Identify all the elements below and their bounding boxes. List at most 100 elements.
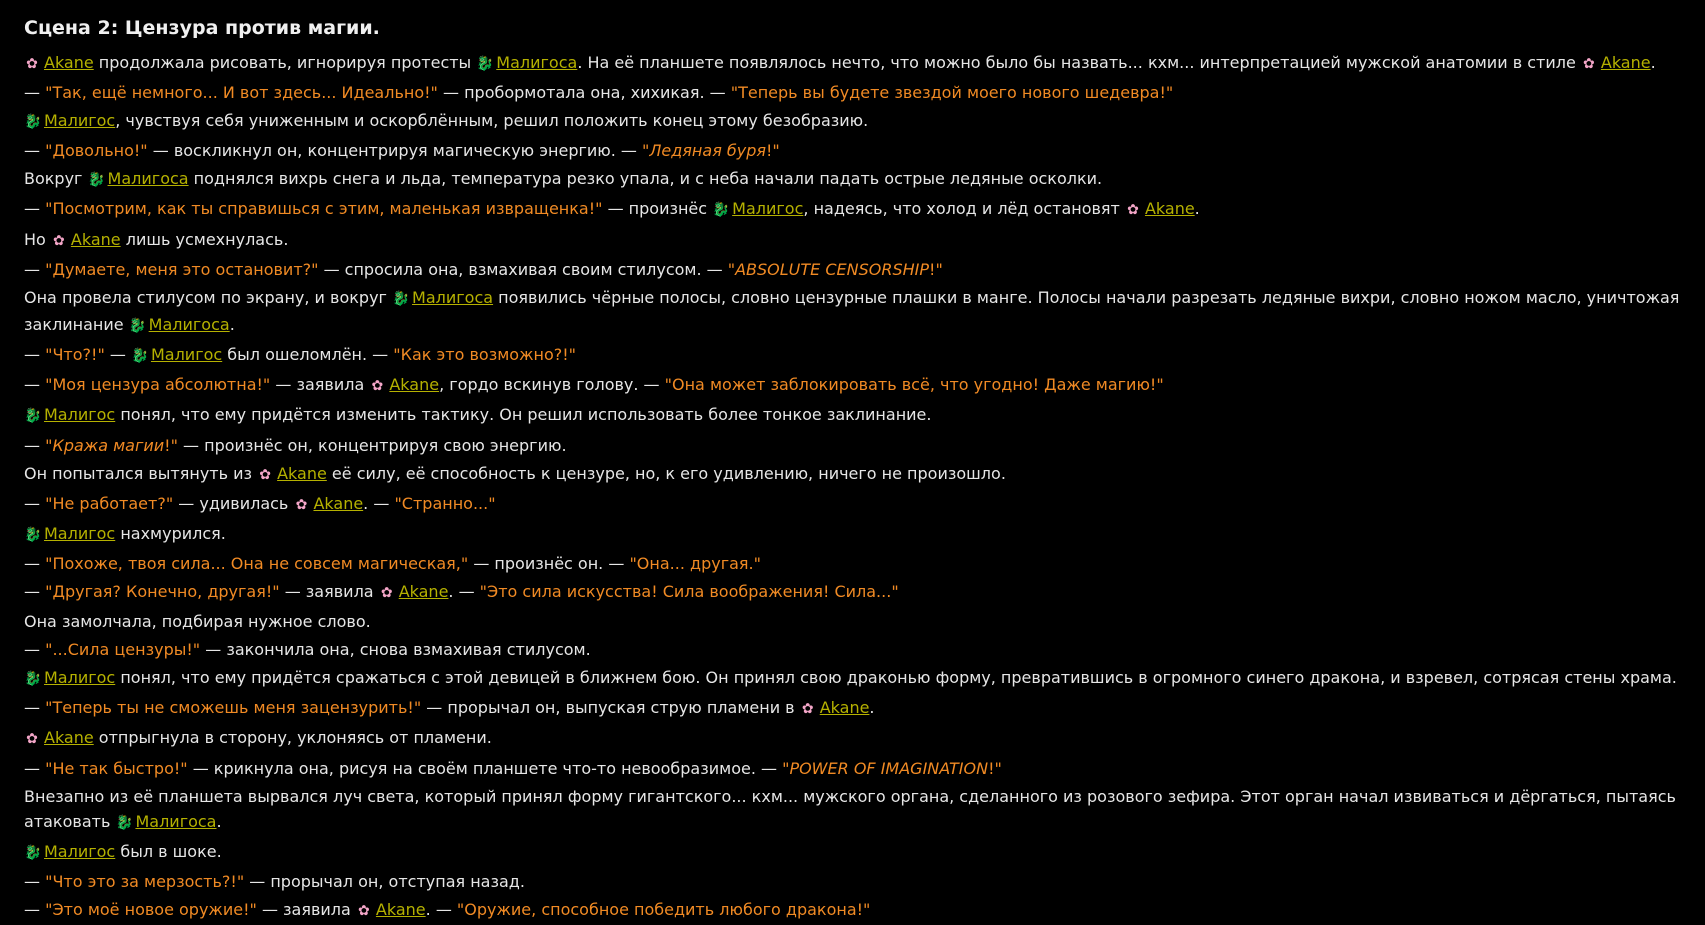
narration-text: . [1194, 199, 1200, 219]
character-link-akane[interactable]: Akane [820, 698, 870, 717]
narration-text: — [24, 259, 46, 279]
story-line: Она замолчала, подбирая нужное слово. [24, 609, 1681, 634]
narration-text: нахмурился. [115, 523, 226, 543]
dialogue-quote: "Теперь ты не сможешь меня зацензурить!" [45, 698, 422, 718]
narration-text: — [24, 199, 46, 219]
dialogue-quote: "Другая? Конечно, другая!" [45, 582, 280, 601]
character-link-maligos[interactable]: Малигос [44, 668, 115, 687]
dialogue-quote: "Оружие, способное победить любого драко… [456, 900, 871, 920]
story-line: Вокруг 🐉 Малигоса поднялся вихрь снега и … [24, 166, 1681, 193]
dragon-icon: 🐉 [476, 56, 494, 72]
dragon-icon: 🐉 [24, 671, 42, 688]
flower-icon: ✿ [295, 496, 308, 513]
narration-text: понял, что ему придётся изменить тактику… [115, 405, 932, 425]
character-link-akane[interactable]: Akane [1601, 53, 1651, 72]
story-line: — "Другая? Конечно, другая!" — заявила ✿… [24, 579, 1681, 606]
dialogue-quote: !" [929, 259, 943, 279]
narration-text: , чувствуя себя униженным и оскорблённым… [115, 111, 869, 131]
dialogue-quote: "Теперь вы будете звездой моего нового ш… [730, 83, 1174, 103]
narration-text: — [24, 141, 46, 161]
narration-text: был в шоке. [115, 842, 222, 862]
story-line: — "...Сила цензуры!" — закончила она, сн… [24, 637, 1681, 662]
story-panel: Сцена 2: Цензура против магии. ✿ Akane пр… [0, 0, 1705, 925]
narration-text: Она замолчала, подбирая нужное слово. [24, 612, 371, 632]
character-link-akane[interactable]: Akane [389, 375, 439, 394]
narration-text: Он попытался вытянуть из [24, 463, 258, 483]
flower-icon: ✿ [358, 903, 370, 920]
dialogue-quote: !" [766, 141, 780, 161]
character-link-maligosa[interactable]: Малигоса [496, 53, 577, 72]
character-link-akane[interactable]: Akane [376, 900, 426, 919]
character-link-maligos[interactable]: Малигос [44, 111, 115, 130]
story-line: Но ✿ Akane лишь усмехнулась. [24, 227, 1681, 254]
flower-icon: ✿ [1583, 56, 1595, 72]
narration-text: был ошеломлён. — [222, 345, 394, 365]
narration-text: — [24, 345, 46, 365]
dialogue-quote: "Это моё новое оружие!" [45, 900, 257, 920]
character-link-maligos[interactable]: Малигос [44, 524, 115, 543]
dragon-icon: 🐉 [128, 318, 147, 335]
character-link-maligos[interactable]: Малигос [44, 842, 115, 861]
story-line: Он попытался вытянуть из ✿ Akane её силу,… [24, 461, 1681, 488]
dialogue-quote: "Она... другая." [629, 553, 761, 573]
character-link-maligos[interactable]: Малигос [44, 405, 115, 424]
dragon-icon: 🐉 [24, 526, 42, 543]
narration-text: — произнёс он, концентрируя свою энергию… [177, 435, 567, 455]
story-line: — "Это моё новое оружие!" — заявила ✿ Aka… [24, 897, 1681, 924]
character-link-akane[interactable]: Akane [71, 230, 121, 249]
character-link-akane[interactable]: Akane [1145, 199, 1195, 218]
dialogue-quote: "Не работает?" [45, 493, 174, 513]
narration-text: — [24, 83, 46, 103]
dialogue-quote: "Довольно!" [45, 141, 148, 161]
narration-text: . [869, 698, 875, 718]
flower-icon: ✿ [1127, 202, 1139, 219]
flower-icon: ✿ [26, 731, 38, 748]
story-line: 🐉 Малигос понял, что ему придётся изменит… [24, 402, 1681, 429]
flower-icon: ✿ [53, 232, 65, 249]
narration-text: Внезапно из её планшета вырвался луч све… [24, 786, 1676, 832]
clipped-previous-line [24, 0, 1681, 6]
character-link-akane[interactable]: Akane [44, 53, 94, 72]
narration-text: — заявила [279, 582, 379, 601]
story-lines: ✿ Akane продолжала рисовать, игнорируя пр… [24, 50, 1681, 925]
dialogue-quote: "Похоже, твоя сила... Она не совсем маги… [45, 553, 469, 573]
dragon-icon: 🐉 [24, 408, 42, 425]
narration-text: отпрыгнула в сторону, уклоняясь от пламе… [93, 728, 492, 748]
story-line: 🐉 Малигос понял, что ему придётся сражать… [24, 665, 1681, 692]
dialogue-quote: " [727, 259, 736, 279]
story-line: ✿ Akane продолжала рисовать, игнорируя пр… [24, 50, 1681, 77]
story-line: — "Теперь ты не сможешь меня зацензурить… [24, 695, 1681, 722]
character-link-akane[interactable]: Akane [44, 728, 94, 747]
narration-text: — [24, 493, 46, 513]
narration-text: , гордо вскинув голову. — [439, 375, 665, 395]
character-link-maligosa[interactable]: Малигоса [108, 169, 189, 188]
narration-text: — прорычал он, выпуская струю пламени в [421, 698, 800, 718]
narration-text: Она провела стилусом по экрану, и вокруг [24, 287, 393, 307]
dialogue-quote: "Моя цензура абсолютна!" [45, 375, 271, 395]
narration-text: — [24, 698, 46, 718]
dragon-icon: 🐉 [115, 815, 133, 832]
narration-text: . — [363, 493, 395, 513]
narration-text: продолжала рисовать, игнорируя протесты [93, 53, 477, 72]
dialogue-quote: "...Сила цензуры!" [45, 640, 201, 660]
story-line: — "Посмотрим, как ты справишься с этим, … [24, 196, 1681, 223]
character-link-maligosa[interactable]: Малигоса [149, 315, 230, 334]
narration-text: — пробормотала она, хихикая. — [437, 83, 731, 103]
spell-name: Кража магии [52, 435, 165, 455]
character-link-akane[interactable]: Akane [399, 582, 449, 601]
story-line: — "Так, ещё немного... И вот здесь... Ид… [24, 80, 1681, 105]
dialogue-quote: "Не так быстро!" [45, 758, 188, 778]
dragon-icon: 🐉 [24, 114, 42, 131]
story-line: 🐉 Малигос был в шоке. [24, 839, 1681, 866]
character-link-akane[interactable]: Akane [313, 494, 363, 513]
character-link-maligosa[interactable]: Малигоса [135, 812, 216, 831]
spell-name: Ледяная буря [649, 141, 767, 161]
narration-text: — воскликнул он, концентрируя магическую… [147, 141, 642, 161]
character-link-maligos[interactable]: Малигос [732, 199, 803, 218]
narration-text: — закончила она, снова взмахивая стилусо… [200, 640, 591, 660]
spell-name: POWER OF IMAGINATION [789, 758, 989, 778]
character-link-akane[interactable]: Akane [277, 464, 327, 483]
character-link-maligosa[interactable]: Малигоса [412, 288, 493, 307]
character-link-maligos[interactable]: Малигос [151, 345, 222, 364]
dialogue-quote: !" [164, 435, 178, 455]
